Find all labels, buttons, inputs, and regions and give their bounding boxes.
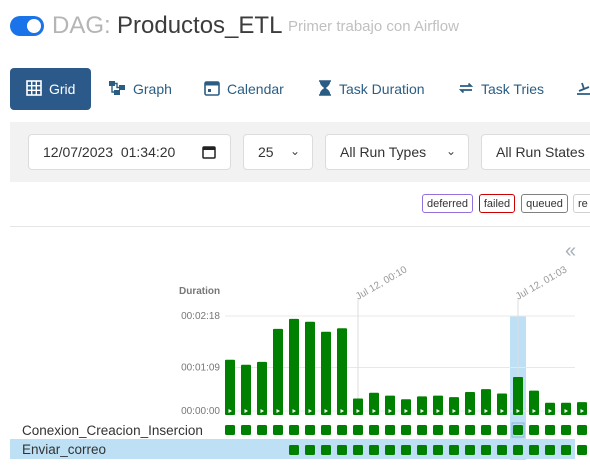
task-instance-cell[interactable] [289, 425, 299, 435]
task-instance-cell[interactable] [449, 445, 459, 455]
task-instance-cell[interactable] [481, 445, 491, 455]
task-instance-cell[interactable] [385, 425, 395, 435]
run-duration-bar[interactable] [561, 402, 571, 415]
task-instance-cell[interactable] [465, 445, 475, 455]
run-duration-bar[interactable] [401, 399, 411, 415]
dag-run-grid: Duration 00:02:18 00:01:09 00:00:00 Jul 12,… [10, 264, 587, 460]
run-duration-bar[interactable] [225, 359, 235, 415]
task-instance-cell[interactable] [577, 445, 587, 455]
task-instance-cell[interactable] [433, 425, 443, 435]
run-duration-bar[interactable] [305, 321, 315, 415]
task-instance-cell[interactable] [481, 425, 491, 435]
task-instance-cell[interactable] [529, 425, 539, 435]
task-instance-cell[interactable] [433, 445, 443, 455]
task-instance-cell[interactable] [545, 445, 555, 455]
task-instance-cell[interactable] [289, 445, 299, 455]
task-name-conexion[interactable]: Conexion_Creacion_Insercion [22, 423, 203, 438]
run-duration-bar[interactable] [273, 328, 283, 415]
task-instance-cell[interactable] [401, 425, 411, 435]
date-mark-label: Jul 12, 01:03 [514, 264, 569, 302]
task-instance-cell[interactable] [417, 425, 427, 435]
task-instance-cell[interactable] [337, 445, 347, 455]
run-duration-bar[interactable] [241, 364, 251, 415]
date-mark-label: Jul 12, 00:10 [354, 264, 409, 302]
y-tick-label: 00:01:09 [181, 363, 220, 374]
duration-axis-label: Duration [179, 286, 220, 297]
run-duration-bar[interactable] [321, 331, 331, 415]
task-instance-cell[interactable] [465, 425, 475, 435]
task-name-enviar-correo[interactable]: Enviar_correo [22, 442, 106, 457]
task-instance-cell[interactable] [241, 425, 251, 435]
task-instance-cell[interactable] [321, 425, 331, 435]
task-instance-cell[interactable] [497, 425, 507, 435]
run-duration-bar[interactable] [513, 376, 523, 415]
run-duration-bar[interactable] [449, 397, 459, 415]
run-duration-bar[interactable] [353, 398, 363, 416]
task-instance-cell[interactable] [369, 445, 379, 455]
task-instance-cell[interactable] [225, 425, 235, 435]
task-instance-cell[interactable] [513, 425, 523, 435]
y-tick-label: 00:02:18 [181, 311, 220, 322]
task-instance-cell[interactable] [257, 425, 267, 435]
task-instance-cell[interactable] [305, 445, 315, 455]
task-instance-cell[interactable] [529, 445, 539, 455]
task-instance-cell[interactable] [353, 445, 363, 455]
task-instance-cell[interactable] [545, 425, 555, 435]
run-duration-bar[interactable] [257, 361, 267, 415]
run-duration-bar[interactable] [545, 402, 555, 415]
task-instance-cell[interactable] [561, 445, 571, 455]
run-duration-bar[interactable] [577, 402, 587, 415]
task-instance-cell[interactable] [305, 425, 315, 435]
run-duration-bar[interactable] [337, 328, 347, 415]
task-instance-cell[interactable] [385, 445, 395, 455]
task-instance-cell[interactable] [497, 445, 507, 455]
task-instance-cell[interactable] [273, 425, 283, 435]
task-instance-cell[interactable] [353, 425, 363, 435]
task-instance-cell[interactable] [561, 425, 571, 435]
task-instance-cell[interactable] [337, 425, 347, 435]
y-tick-label: 00:00:00 [181, 406, 220, 417]
task-instance-cell[interactable] [513, 445, 523, 455]
task-instance-cell[interactable] [417, 445, 427, 455]
run-duration-bar[interactable] [289, 318, 299, 415]
task-instance-cell[interactable] [577, 425, 587, 435]
run-duration-bar[interactable] [417, 396, 427, 415]
task-instance-cell[interactable] [369, 425, 379, 435]
task-instance-cell[interactable] [401, 445, 411, 455]
task-instance-cell[interactable] [321, 445, 331, 455]
task-instance-cell[interactable] [449, 425, 459, 435]
